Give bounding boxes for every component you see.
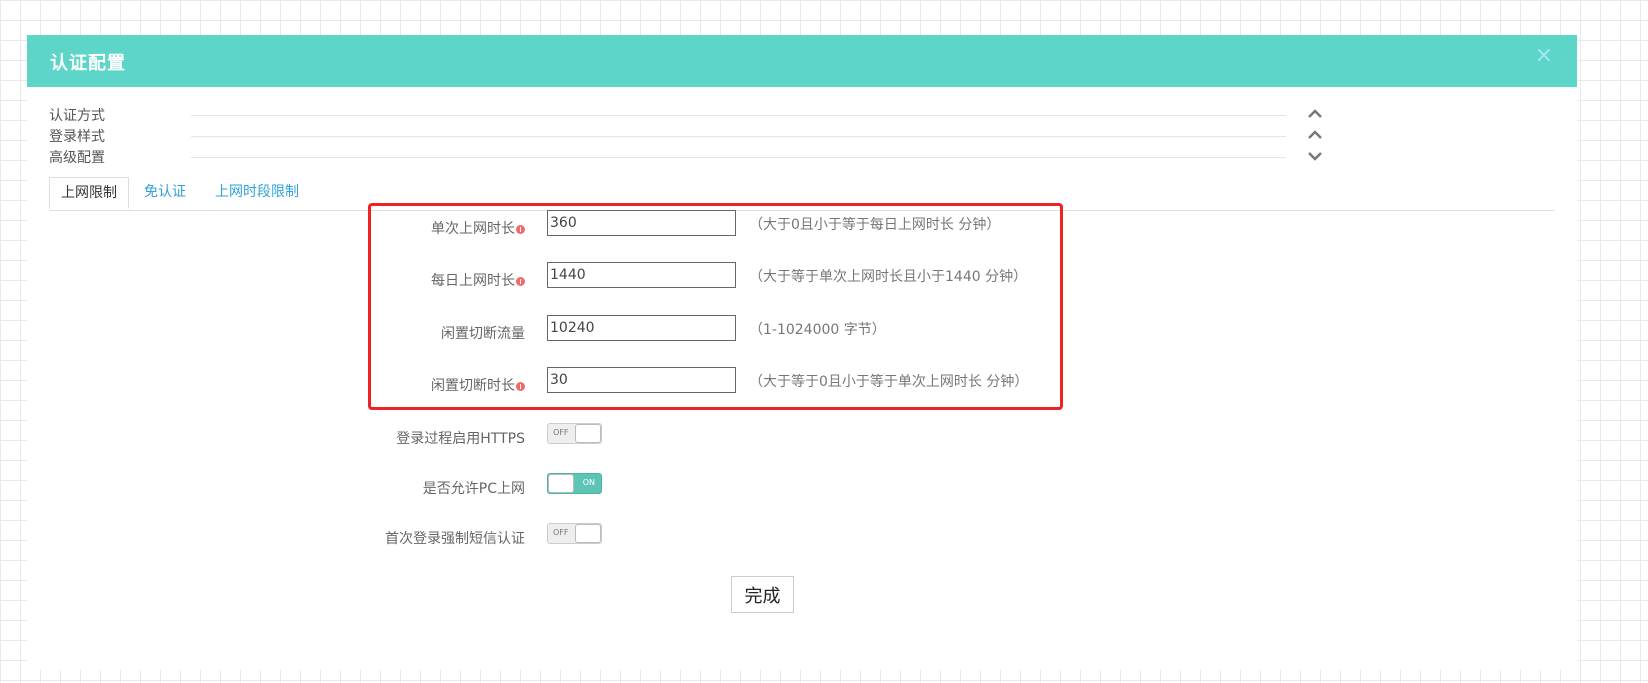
toggle-state-text: OFF: [553, 528, 569, 537]
sms-auth-toggle[interactable]: OFF: [547, 523, 602, 544]
https-toggle[interactable]: OFF: [547, 423, 602, 444]
field-hint: （大于等于0且小于等于单次上网时长 分钟）: [749, 374, 1029, 390]
auth-config-dialog: 认证配置 × 认证方式 登录样式 高级配置 上网限制 免认证 上网时段限制 单次…: [27, 35, 1577, 670]
toggle-row-allow-pc: 是否允许PC上网 ON: [27, 473, 1577, 505]
allow-pc-toggle[interactable]: ON: [547, 473, 602, 494]
required-icon: [516, 277, 525, 286]
section-login-style[interactable]: 登录样式: [49, 126, 1339, 146]
section-divider: [191, 136, 1286, 137]
section-divider: [191, 115, 1286, 116]
toggle-state-text: OFF: [553, 428, 569, 437]
field-label: 单次上网时长: [431, 218, 525, 238]
field-hint: （大于0且小于等于每日上网时长 分钟）: [749, 217, 1001, 233]
chevron-down-icon[interactable]: [1305, 147, 1325, 165]
toggle-knob: [575, 424, 601, 443]
required-icon: [516, 225, 525, 234]
section-label: 登录样式: [49, 129, 105, 145]
toggle-label: 登录过程启用HTTPS: [396, 431, 525, 447]
toggle-state-text: ON: [582, 478, 595, 487]
toggle-knob: [548, 474, 574, 493]
section-label: 高级配置: [49, 150, 105, 166]
chevron-up-icon[interactable]: [1305, 105, 1325, 123]
done-button[interactable]: 完成: [731, 576, 794, 613]
toggle-label: 首次登录强制短信认证: [385, 531, 525, 547]
field-row-idle-duration: 闲置切断时长 （大于等于0且小于等于单次上网时长 分钟）: [27, 367, 1577, 399]
tab-bar: 上网限制 免认证 上网时段限制: [49, 177, 1554, 211]
tab-auth-exempt[interactable]: 免认证: [144, 177, 186, 209]
section-auth-method[interactable]: 认证方式: [49, 105, 1339, 125]
field-hint: （1-1024000 字节）: [749, 322, 886, 338]
session-duration-input[interactable]: [547, 210, 736, 236]
section-advanced[interactable]: 高级配置: [49, 147, 1339, 167]
section-divider: [191, 157, 1286, 158]
field-label: 闲置切断时长: [431, 375, 525, 395]
close-icon[interactable]: ×: [1535, 45, 1553, 67]
field-label: 闲置切断流量: [441, 326, 525, 342]
tab-time-period-limit[interactable]: 上网时段限制: [215, 177, 299, 209]
toggle-row-sms-auth: 首次登录强制短信认证 OFF: [27, 523, 1577, 555]
field-hint: （大于等于单次上网时长且小于1440 分钟）: [749, 269, 1028, 285]
required-icon: [516, 382, 525, 391]
tab-internet-limit[interactable]: 上网限制: [49, 177, 129, 209]
field-row-session-duration: 单次上网时长 （大于0且小于等于每日上网时长 分钟）: [27, 210, 1577, 242]
dialog-title: 认证配置: [50, 53, 126, 74]
toggle-label: 是否允许PC上网: [422, 481, 525, 497]
idle-duration-input[interactable]: [547, 367, 736, 393]
field-label: 每日上网时长: [431, 270, 525, 290]
toggle-row-https: 登录过程启用HTTPS OFF: [27, 423, 1577, 455]
field-row-idle-traffic: 闲置切断流量 （1-1024000 字节）: [27, 315, 1577, 347]
chevron-up-icon[interactable]: [1305, 126, 1325, 144]
idle-traffic-input[interactable]: [547, 315, 736, 341]
toggle-knob: [575, 524, 601, 543]
section-label: 认证方式: [49, 108, 105, 124]
dialog-header: 认证配置 ×: [27, 35, 1577, 87]
daily-duration-input[interactable]: [547, 262, 736, 288]
field-row-daily-duration: 每日上网时长 （大于等于单次上网时长且小于1440 分钟）: [27, 262, 1577, 294]
